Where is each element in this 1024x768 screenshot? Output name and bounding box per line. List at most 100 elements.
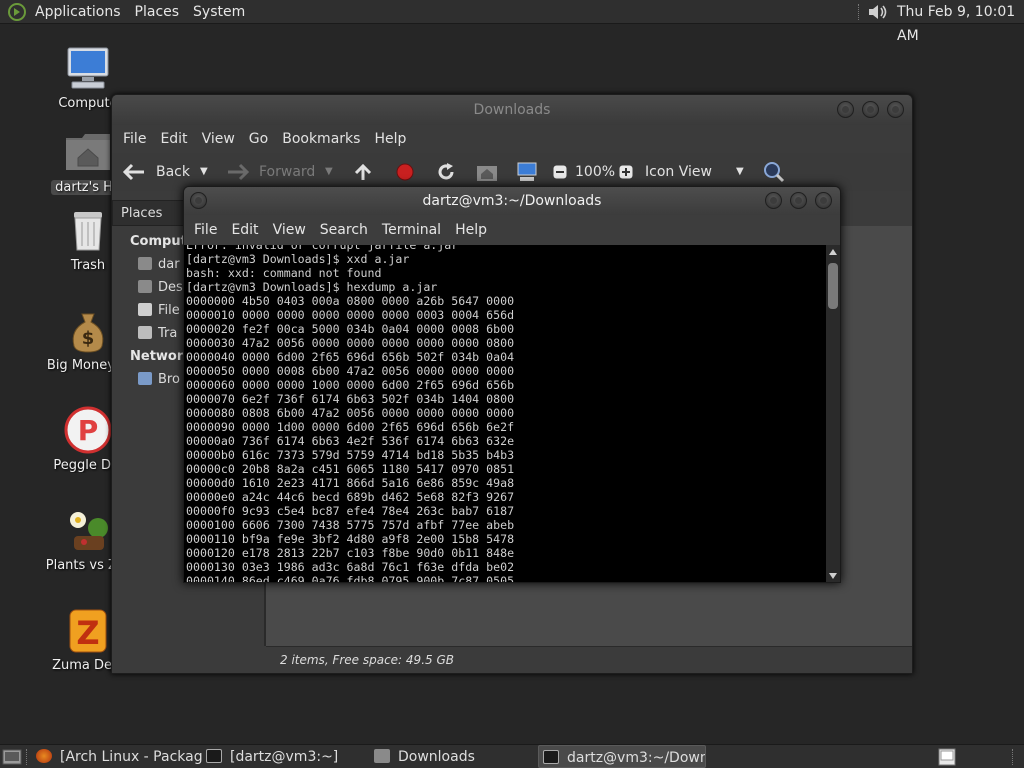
network-icon	[138, 372, 152, 385]
sidebar-item-browse-network[interactable]: Bro	[138, 372, 180, 387]
volume-icon[interactable]	[866, 2, 890, 22]
maximize-button[interactable]	[862, 101, 879, 118]
menu-go[interactable]: Go	[242, 131, 275, 147]
home-icon	[138, 257, 152, 270]
menu-terminal[interactable]: Terminal	[375, 222, 448, 238]
gnome-foot-icon[interactable]	[8, 2, 26, 21]
status-text: 2 items, Free space: 49.5 GB	[280, 653, 454, 667]
terminal-line: [dartz@vm3 Downloads]$ xxd a.jar	[186, 252, 410, 266]
terminal-line: 0000110 bf9a fe9e 3bf2 4d80 a9f8 2e00 15…	[186, 532, 515, 546]
sidebar-item-home[interactable]: dar	[138, 257, 180, 272]
menu-help[interactable]: Help	[367, 131, 413, 147]
task-terminal-home[interactable]: [dartz@vm3:~]	[206, 745, 366, 768]
menu-file[interactable]: File	[116, 131, 153, 147]
window-title: dartz@vm3:~/Downloads	[422, 193, 602, 209]
home-icon[interactable]	[476, 162, 498, 182]
show-desktop-icon[interactable]	[2, 748, 22, 766]
menu-file[interactable]: File	[187, 222, 224, 238]
window-menu-button[interactable]	[190, 192, 207, 209]
sidebar-item-label: File	[158, 303, 180, 318]
task-terminal-downloads[interactable]: dartz@vm3:~/Down...	[538, 745, 706, 768]
terminal-line: 00000f0 9c93 c5e4 bc87 efe4 78e4 263c ba…	[186, 504, 515, 518]
terminal-line: [dartz@vm3 Downloads]$ hexdump a.jar	[186, 280, 438, 294]
money-bag-icon: $	[64, 306, 112, 354]
terminal-line: 0000130 03e3 1986 ad3c 6a8d 76c1 f63e df…	[186, 560, 515, 574]
task-label: dartz@vm3:~/Down...	[567, 750, 705, 766]
sidebar-item-filesystem[interactable]: File	[138, 303, 180, 318]
terminal-titlebar[interactable]: dartz@vm3:~/Downloads	[184, 187, 840, 215]
search-icon[interactable]	[763, 161, 785, 183]
zoom-out-icon[interactable]	[553, 165, 567, 179]
terminal-output[interactable]: Error: invalid or corrupt jarfile a.jar[…	[184, 245, 826, 583]
applications-menu[interactable]: Applications	[28, 0, 128, 24]
menu-view[interactable]: View	[266, 222, 313, 238]
stop-icon[interactable]	[395, 163, 415, 181]
menu-bookmarks[interactable]: Bookmarks	[275, 131, 367, 147]
zoom-in-icon[interactable]	[619, 165, 633, 179]
close-button[interactable]	[815, 192, 832, 209]
sidebar-item-label: Des	[158, 280, 183, 295]
minimize-button[interactable]	[765, 192, 782, 209]
reload-icon[interactable]	[436, 163, 456, 181]
terminal-text: Error: invalid or corrupt jarfile a.jar[…	[186, 245, 515, 583]
peggle-icon: P	[64, 406, 112, 454]
menu-help[interactable]: Help	[448, 222, 494, 238]
desktop-icon	[138, 280, 152, 293]
computer-icon	[64, 44, 112, 92]
back-button[interactable]: Back	[156, 153, 190, 191]
menu-search[interactable]: Search	[313, 222, 375, 238]
scroll-down-icon[interactable]	[829, 573, 837, 579]
terminal-line: 0000060 0000 0000 1000 0000 6d00 2f65 69…	[186, 378, 515, 392]
home-folder-icon	[64, 128, 112, 176]
task-downloads[interactable]: Downloads	[374, 745, 534, 768]
panel-separator	[1012, 749, 1014, 765]
system-menu[interactable]: System	[186, 0, 252, 24]
terminal-line: 00000e0 a24c 44c6 becd 689b d462 5e68 82…	[186, 490, 515, 504]
terminal-line: 00000d0 1610 2e23 4171 866d 5a16 6e86 85…	[186, 476, 515, 490]
terminal-line: 0000040 0000 6d00 2f65 696d 656b 502f 03…	[186, 350, 515, 364]
tray-separator	[858, 4, 860, 20]
clock[interactable]: Thu Feb 9, 10:01 AM	[897, 0, 1024, 44]
svg-text:P: P	[78, 414, 99, 447]
terminal-window[interactable]: dartz@vm3:~/Downloads File Edit View Sea…	[183, 186, 841, 583]
task-label: Downloads	[398, 749, 475, 765]
computer-icon[interactable]	[516, 162, 538, 182]
scrollbar-thumb[interactable]	[828, 263, 838, 309]
sidebar-item-label: Bro	[158, 372, 180, 387]
menu-edit[interactable]: Edit	[153, 131, 194, 147]
workspace-switcher-icon[interactable]	[938, 748, 956, 766]
maximize-button[interactable]	[790, 192, 807, 209]
sidebar-item-trash[interactable]: Tra	[138, 326, 177, 341]
svg-text:$: $	[82, 328, 95, 349]
filesystem-icon	[138, 303, 152, 316]
file-manager-menubar: File Edit View Go Bookmarks Help	[112, 125, 912, 153]
terminal-menubar: File Edit View Search Terminal Help	[184, 215, 840, 245]
places-menu[interactable]: Places	[128, 0, 187, 24]
sidebar-item-desktop[interactable]: Des	[138, 280, 183, 295]
terminal-line: Error: invalid or corrupt jarfile a.jar	[186, 245, 459, 252]
menu-edit[interactable]: Edit	[224, 222, 265, 238]
menu-view[interactable]: View	[195, 131, 242, 147]
terminal-line: 0000010 0000 0000 0000 0000 0000 0003 00…	[186, 308, 515, 322]
sidebar-item-label: Tra	[158, 326, 178, 341]
terminal-line: 0000140 86ed c469 0a76 fdb8 0795 900b 7c…	[186, 574, 515, 583]
close-button[interactable]	[887, 101, 904, 118]
trash-icon	[64, 206, 112, 254]
file-manager-titlebar[interactable]: Downloads	[112, 95, 912, 125]
svg-text:Z: Z	[76, 614, 99, 652]
minimize-button[interactable]	[837, 101, 854, 118]
terminal-line: 0000090 0000 1d00 0000 6d00 2f65 696d 65…	[186, 420, 515, 434]
terminal-icon	[543, 750, 559, 764]
zuma-icon: Z	[64, 606, 112, 654]
sidebar-item-label: dar	[158, 257, 180, 272]
task-firefox[interactable]: [Arch Linux - Packag...	[36, 745, 202, 768]
up-arrow-icon[interactable]	[353, 163, 373, 181]
back-arrow-icon[interactable]	[122, 163, 146, 181]
task-label: [dartz@vm3:~]	[230, 749, 339, 765]
trash-icon	[138, 326, 152, 339]
terminal-line: 00000c0 20b8 8a2a c451 6065 1180 5417 09…	[186, 462, 515, 476]
terminal-scrollbar[interactable]	[826, 245, 840, 582]
terminal-line: 00000a0 736f 6174 6b63 4e2f 536f 6174 6b…	[186, 434, 515, 448]
panel-separator	[26, 749, 28, 765]
scroll-up-icon[interactable]	[829, 249, 837, 255]
